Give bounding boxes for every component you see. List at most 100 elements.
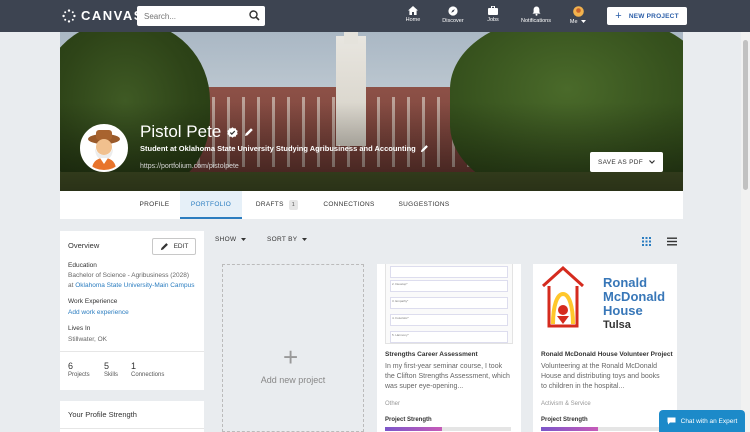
plus-icon: +: [615, 10, 622, 22]
nav-label: Notifications: [521, 18, 551, 24]
tab-portfolio[interactable]: PORTFOLIO: [180, 191, 242, 219]
pistol-pete-avatar-image: [82, 126, 126, 170]
add-new-project-card[interactable]: + Add new project: [222, 264, 364, 432]
tab-connections[interactable]: CONNECTIONS: [314, 191, 384, 219]
chevron-down-icon: [649, 160, 655, 164]
tab-label: CONNECTIONS: [323, 201, 375, 208]
save-pdf-label: SAVE AS PDF: [597, 158, 644, 166]
show-label: SHOW: [215, 236, 237, 243]
thumb-strip: 4. Futuristic*: [390, 314, 508, 326]
nav-notifications[interactable]: Notifications: [516, 6, 556, 24]
project-description: In my first-year seminar course, I took …: [385, 363, 510, 390]
canvas-logo[interactable]: CANVAS: [62, 8, 144, 23]
divider: [60, 428, 204, 429]
profile-strength-title: Your Profile Strength: [68, 410, 137, 419]
new-project-button[interactable]: + NEW PROJECT: [607, 7, 687, 25]
divider: [60, 351, 204, 352]
sort-by-dropdown[interactable]: SORT BY: [267, 236, 308, 243]
avatar: [572, 6, 584, 17]
search-box[interactable]: [137, 6, 265, 27]
tab-label: DRAFTS: [255, 201, 284, 208]
thumb-line: Tulsa: [603, 319, 631, 331]
briefcase-icon: [488, 6, 498, 15]
project-thumbnail: Ronald McDonald House Tulsa: [541, 264, 669, 344]
project-strength-label: Project Strength: [385, 417, 432, 423]
education-degree: Bachelor of Science - Agribusiness (2028…: [68, 272, 190, 279]
drafts-count-badge: 1: [288, 200, 299, 210]
list-view-icon[interactable]: [667, 237, 677, 246]
profile-url[interactable]: https://portfolium.com/pistolpete: [140, 163, 239, 170]
bell-icon: [532, 6, 540, 16]
nav-home[interactable]: Home: [393, 6, 433, 23]
nav-label: Discover: [442, 18, 464, 24]
search-input[interactable]: [137, 6, 237, 27]
verified-badge-icon: [227, 126, 238, 138]
edit-overview-button[interactable]: EDIT: [152, 238, 196, 255]
thumb-line: House: [603, 303, 643, 318]
compass-icon: [448, 6, 458, 16]
page-scrollbar[interactable]: [741, 32, 750, 432]
edit-pencil-icon[interactable]: [244, 127, 254, 137]
thumbnail-text-block: Ronald McDonald House Tulsa: [603, 276, 665, 332]
tab-profile[interactable]: PROFILE: [129, 191, 180, 219]
project-strength-label: Project Strength: [541, 417, 588, 423]
stat-label: Skills: [104, 372, 119, 378]
nav-discover[interactable]: Discover: [433, 6, 473, 24]
stat-connections[interactable]: 1 Connections: [131, 361, 164, 378]
project-strength-bar: [541, 427, 667, 431]
stat-projects[interactable]: 6 Projects: [68, 361, 90, 378]
stat-skills[interactable]: 5 Skills: [104, 361, 118, 378]
tab-label: PORTFOLIO: [190, 201, 232, 208]
project-thumbnail: 2. Develop* 3. Empathy* 4. Futuristic* 5…: [385, 264, 513, 344]
profile-avatar[interactable]: [80, 124, 128, 172]
edit-pencil-icon: [160, 243, 168, 251]
project-category: Other: [385, 401, 401, 407]
lives-in-label: Lives In: [68, 325, 91, 332]
tab-drafts[interactable]: DRAFTS 1: [246, 191, 308, 219]
chat-with-expert-button[interactable]: Chat with an Expert: [659, 410, 745, 432]
nav-jobs[interactable]: Jobs: [473, 6, 513, 23]
save-as-pdf-button[interactable]: SAVE AS PDF: [590, 152, 663, 172]
project-card[interactable]: 2. Develop* 3. Empathy* 4. Futuristic* 5…: [377, 264, 521, 432]
project-title[interactable]: Ronald McDonald House Volunteer Project: [541, 351, 673, 358]
new-project-label: NEW PROJECT: [628, 12, 679, 20]
nav-label: Jobs: [487, 17, 499, 23]
show-dropdown[interactable]: SHOW: [215, 236, 247, 243]
add-project-label: Add new project: [260, 375, 326, 385]
scrollbar-thumb[interactable]: [743, 40, 748, 190]
project-category: Activism & Service: [541, 401, 591, 407]
add-work-experience-link[interactable]: Add work experience: [68, 308, 129, 317]
grid-view-icon[interactable]: [642, 237, 651, 246]
logo-text: CANVAS: [81, 8, 144, 23]
thumb-strip: 2. Develop*: [390, 280, 508, 292]
cover-tower-top: [344, 32, 358, 44]
top-bar: CANVAS Home Discover Jobs Notifications …: [0, 0, 750, 32]
project-strength-fill: [385, 427, 442, 431]
thumb-strip: [390, 266, 508, 278]
profile-headline: Student at Oklahoma State University Stu…: [140, 144, 416, 153]
project-strength-bar: [385, 427, 511, 431]
profile-strength-card: Your Profile Strength: [60, 401, 204, 432]
plus-icon: +: [283, 342, 299, 372]
profile-name-row: Pistol Pete: [140, 122, 254, 142]
project-card[interactable]: Ronald McDonald House Tulsa Ronald McDon…: [533, 264, 677, 432]
chevron-down-icon: [581, 20, 587, 23]
home-icon: [408, 6, 418, 15]
nav-label: Me: [569, 19, 578, 25]
thumb-strip: 3. Empathy*: [390, 297, 508, 309]
edit-label: EDIT: [173, 243, 189, 250]
tab-suggestions[interactable]: SUGGESTIONS: [391, 191, 457, 219]
stat-label: Connections: [131, 372, 165, 378]
profile-name: Pistol Pete: [140, 122, 222, 141]
tab-label: SUGGESTIONS: [398, 201, 450, 208]
nav-me[interactable]: Me: [558, 6, 598, 25]
search-icon[interactable]: [249, 10, 260, 21]
sort-label: SORT BY: [267, 236, 298, 243]
thumb-line: Ronald: [603, 275, 648, 290]
project-title[interactable]: Strengths Career Assessment: [385, 351, 478, 358]
chat-bubble-icon: [667, 417, 676, 425]
nav-label: Home: [405, 17, 421, 23]
edit-pencil-icon[interactable]: [420, 144, 429, 153]
thumb-strip: 5. Harmony*: [390, 331, 508, 343]
education-school-link[interactable]: Oklahoma State University-Main Campus: [75, 282, 194, 289]
